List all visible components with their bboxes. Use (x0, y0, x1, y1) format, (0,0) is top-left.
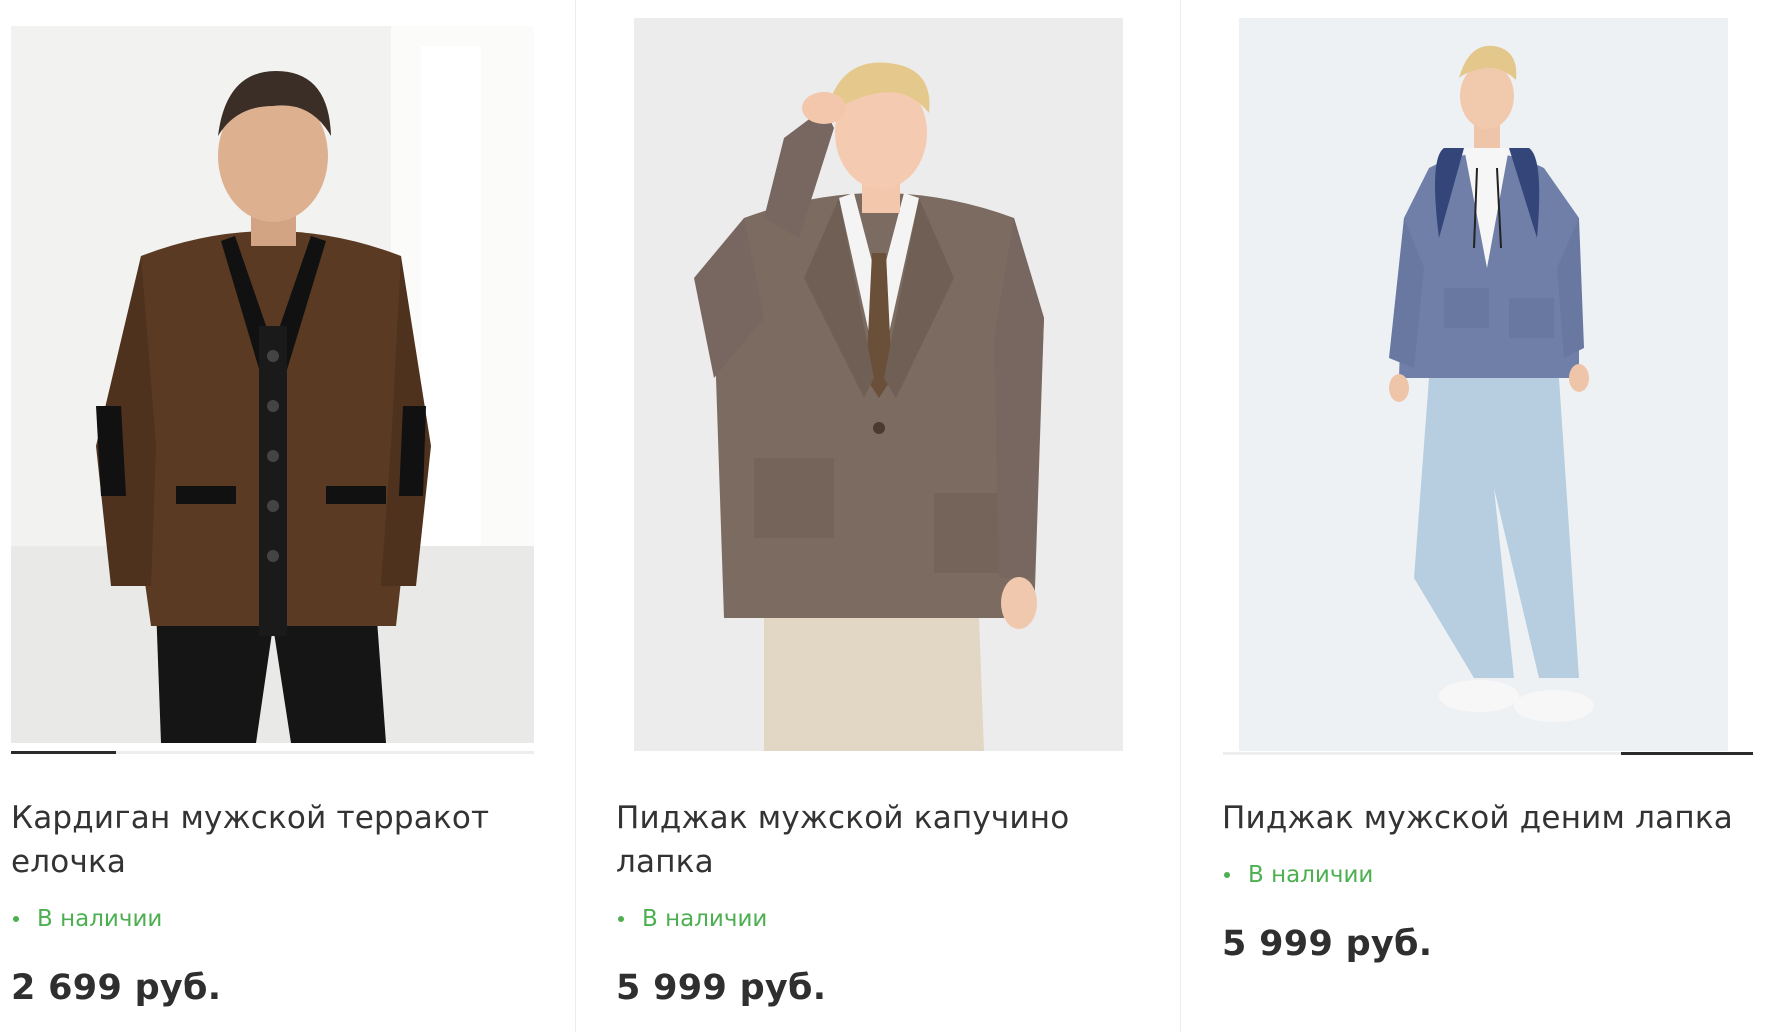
product-card[interactable]: Пиджак мужской деним лапка В наличии 5 9… (1180, 0, 1790, 1032)
product-title[interactable]: Кардиган мужской терракот елочка (11, 796, 551, 884)
availability-status: В наличии (618, 906, 767, 932)
image-slider[interactable] (1223, 752, 1753, 755)
availability-dot-icon (618, 916, 624, 922)
availability-dot-icon (1224, 872, 1230, 878)
product-title[interactable]: Пиджак мужской капучино лапка (616, 796, 1136, 884)
product-price: 5 999 руб. (1222, 924, 1433, 964)
product-card[interactable]: Кардиган мужской терракот елочка В налич… (0, 0, 574, 1032)
availability-status: В наличии (13, 906, 162, 932)
product-title[interactable]: Пиджак мужской деним лапка (1222, 796, 1782, 840)
product-price: 2 699 руб. (11, 968, 222, 1008)
man-cardigan-photo (11, 26, 534, 743)
man-blazer-photo (634, 18, 1123, 751)
slider-thumb[interactable] (11, 751, 116, 754)
availability-status: В наличии (1224, 862, 1373, 888)
man-denim-blazer-photo (1239, 18, 1728, 751)
image-slider[interactable] (11, 751, 534, 754)
slider-thumb[interactable] (1621, 752, 1753, 755)
product-image[interactable] (11, 26, 534, 743)
product-image[interactable] (1239, 18, 1728, 751)
availability-label: В наличии (37, 906, 163, 932)
product-image[interactable] (634, 18, 1123, 751)
availability-label: В наличии (642, 906, 768, 932)
product-price: 5 999 руб. (616, 968, 827, 1008)
availability-label: В наличии (1248, 862, 1374, 888)
availability-dot-icon (13, 916, 19, 922)
product-card[interactable]: Пиджак мужской капучино лапка В наличии … (575, 0, 1179, 1032)
